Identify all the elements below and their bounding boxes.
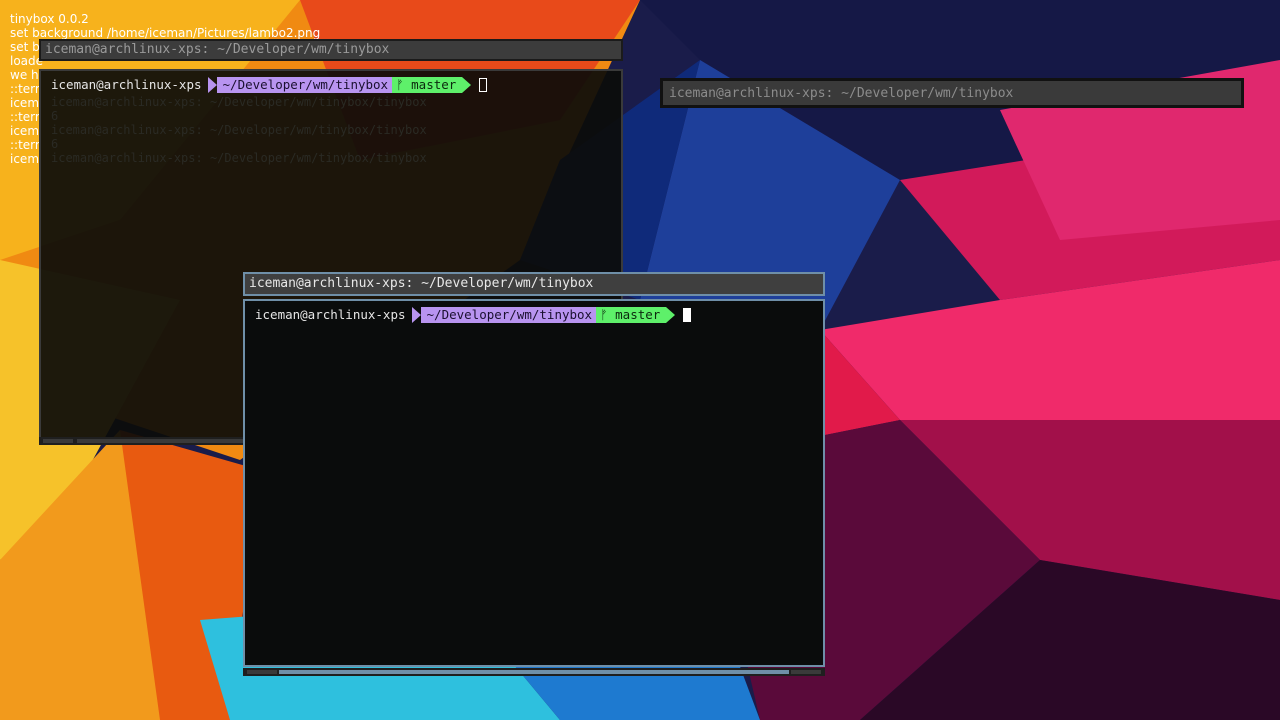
window-title: iceman@archlinux-xps: ~/Developer/wm/tin… [45,42,390,57]
branch-icon: ᚠ [396,77,404,92]
window-titlebar[interactable]: iceman@archlinux-xps: ~/Developer/wm/tin… [39,39,623,61]
prompt-arrow-icon [411,307,421,323]
scrollback-line: 6 [51,109,59,123]
prompt-user: iceman@archlinux-xps [255,307,406,322]
terminal-cursor [479,78,488,92]
prompt-end-arrow-icon [462,77,472,93]
terminal-window-shaded[interactable]: iceman@archlinux-xps: ~/Developer/wm/tin… [660,78,1244,108]
resize-grip-left[interactable] [43,439,73,443]
window-title: iceman@archlinux-xps: ~/Developer/wm/tin… [669,86,1014,101]
prompt-path: ~/Developer/wm/tinybox [420,307,597,323]
window-title: iceman@archlinux-xps: ~/Developer/wm/tin… [249,276,594,291]
log-line: tinybox 0.0.2 [10,12,89,26]
resize-grip-left[interactable] [247,670,277,674]
branch-icon: ᚠ [600,307,608,322]
shell-prompt: iceman@archlinux-xps ~/Developer/wm/tiny… [49,77,488,93]
resize-grip-right[interactable] [791,670,821,674]
prompt-branch-segment: ᚠ master [392,77,463,93]
prompt-end-arrow-icon [666,307,676,323]
prompt-branch-segment: ᚠ master [596,307,667,323]
prompt-path: ~/Developer/wm/tinybox [216,77,393,93]
prompt-user: iceman@archlinux-xps [51,77,202,92]
scrollback-line: iceman@archlinux-xps: ~/Developer/wm/tin… [51,151,427,165]
scrollback-line: iceman@archlinux-xps: ~/Developer/wm/tin… [51,123,427,137]
prompt-branch: master [615,307,661,322]
window-titlebar[interactable]: iceman@archlinux-xps: ~/Developer/wm/tin… [243,272,825,296]
log-line: set background /home/iceman/Pictures/lam… [10,26,321,40]
terminal-scrollback: iceman@archlinux-xps: ~/Developer/wm/tin… [51,95,427,165]
window-handle[interactable] [243,668,825,676]
shell-prompt: iceman@archlinux-xps ~/Developer/wm/tiny… [253,307,692,323]
terminal-window-focused[interactable]: iceman@archlinux-xps: ~/Developer/wm/tin… [243,270,825,678]
scrollback-line: iceman@archlinux-xps: ~/Developer/wm/tin… [51,95,427,109]
window-titlebar[interactable]: iceman@archlinux-xps: ~/Developer/wm/tin… [660,78,1244,108]
prompt-branch: master [411,77,457,92]
terminal-body[interactable]: iceman@archlinux-xps ~/Developer/wm/tiny… [243,299,825,667]
terminal-cursor [683,308,692,322]
scrollback-line: 6 [51,137,59,151]
window-handle-bar[interactable] [279,670,789,674]
prompt-arrow-icon [207,77,217,93]
